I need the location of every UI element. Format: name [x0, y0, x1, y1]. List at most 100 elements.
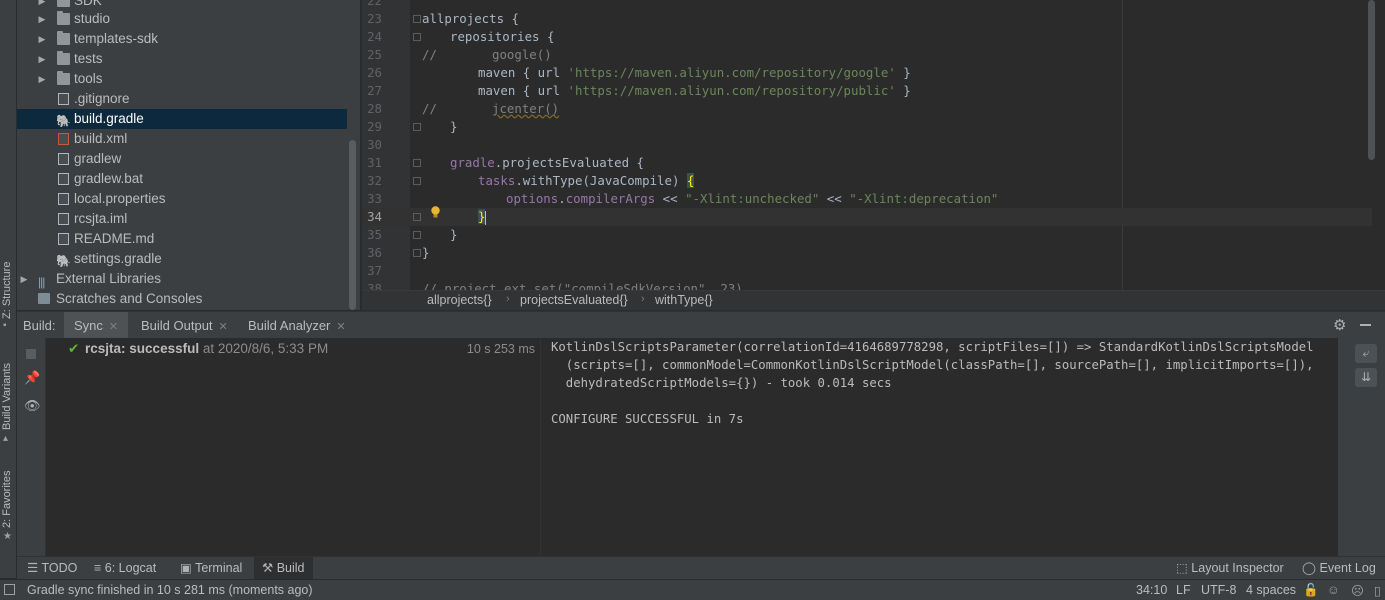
tree-item-label: External Libraries	[56, 271, 162, 286]
minimize-icon[interactable]	[1360, 324, 1371, 326]
indent-setting[interactable]: 4 spaces	[1246, 583, 1296, 597]
inspection-icon[interactable]: ☹	[1351, 583, 1364, 598]
todo-button[interactable]: ☰ TODO	[27, 557, 77, 579]
build-result-row[interactable]: ✔ rcsjta: successful at 2020/8/6, 5:33 P…	[46, 338, 540, 360]
build-button[interactable]: ⚒ Build	[254, 557, 313, 579]
smiley-icon[interactable]: ☺	[1327, 583, 1340, 597]
fold-marker-icon[interactable]	[413, 15, 421, 23]
code-text: maven { url 'https://maven.aliyun.com/re…	[478, 64, 911, 82]
expand-arrow-icon[interactable]: ▶	[37, 29, 47, 49]
code-line[interactable]: 33 options.compilerArgs << "-Xlint:unchec…	[362, 190, 1372, 208]
tree-item-scratches[interactable]: Scratches and Consoles	[17, 289, 347, 309]
tree-item-build-xml[interactable]: build.xml	[17, 129, 347, 149]
tree-item-external-libraries[interactable]: ▶ ||| External Libraries	[17, 269, 347, 289]
eye-icon[interactable]: 👁	[24, 398, 41, 414]
tab-build-analyzer[interactable]: Build Analyzer ✕	[248, 312, 346, 339]
code-line[interactable]: 31 gradle.projectsEvaluated {	[362, 154, 1372, 172]
expand-arrow-icon[interactable]: ▶	[37, 69, 47, 89]
code-token: }	[895, 65, 911, 80]
code-line[interactable]: 30	[362, 136, 1372, 154]
expand-arrow-icon[interactable]: ▶	[37, 49, 47, 69]
tree-item-settings-gradle[interactable]: 🐘 settings.gradle	[17, 249, 347, 269]
editor-scrollbar[interactable]	[1368, 0, 1375, 160]
tree-item-label: rcsjta.iml	[74, 211, 128, 226]
stop-icon[interactable]	[26, 349, 36, 359]
code-line[interactable]: 27 maven { url 'https://maven.aliyun.com/…	[362, 82, 1372, 100]
fold-marker-icon[interactable]	[413, 177, 421, 185]
expand-arrow-icon[interactable]: ▶	[37, 9, 47, 29]
tab-label: Build Analyzer	[248, 318, 331, 333]
tab-label: Build Output	[141, 318, 213, 333]
scroll-to-end-icon[interactable]: ⇊	[1355, 368, 1377, 387]
code-line[interactable]: 37	[362, 262, 1372, 280]
close-icon[interactable]: ✕	[219, 321, 228, 333]
window-icon[interactable]	[4, 584, 15, 595]
code-line[interactable]: 22	[362, 0, 1372, 10]
code-editor[interactable]: 22 23 allprojects { 24 repositories { 25 //…	[362, 0, 1385, 290]
breadcrumb-item[interactable]: allprojects{}	[427, 293, 492, 307]
close-icon[interactable]: ✕	[336, 321, 345, 333]
build-variants-tab[interactable]: Build Variants ▴	[0, 352, 17, 448]
breadcrumb-item[interactable]: withType{}	[655, 293, 713, 307]
tree-item-readme[interactable]: README.md	[17, 229, 347, 249]
pin-icon[interactable]: 📌	[24, 370, 40, 386]
file-encoding[interactable]: UTF-8	[1201, 583, 1236, 597]
code-line-current[interactable]: 34}	[362, 208, 1372, 226]
structure-tab[interactable]: Z: Structure ▪	[0, 255, 17, 335]
tree-item-local-properties[interactable]: local.properties	[17, 189, 347, 209]
build-console-output[interactable]: KotlinDslScriptsParameter(correlationId=…	[540, 338, 1338, 556]
close-icon[interactable]: ✕	[109, 321, 118, 333]
gear-icon[interactable]: ⚙	[1333, 316, 1346, 334]
console-line: (scripts=[], commonModel=CommonKotlinDsl…	[551, 358, 1314, 372]
list-icon: ☰	[27, 561, 39, 575]
status-message[interactable]: Gradle sync finished in 10 s 281 ms (mom…	[27, 583, 313, 597]
tree-item-gradlew[interactable]: gradlew	[17, 149, 347, 169]
project-tree-scrollbar[interactable]	[349, 140, 356, 310]
caret-position[interactable]: 34:10	[1136, 583, 1167, 597]
code-line[interactable]: 38 // project.ext.set("compileSdkVersion"…	[362, 280, 1372, 290]
favorites-tab[interactable]: 2: Favorites ★	[0, 462, 17, 548]
line-separator[interactable]: LF	[1176, 583, 1191, 597]
breadcrumb-item[interactable]: projectsEvaluated{}	[520, 293, 628, 307]
code-line[interactable]: 25 // google()	[362, 46, 1372, 64]
expand-arrow-icon[interactable]: ▶	[19, 269, 29, 289]
layout-inspector-button[interactable]: ⬚ Layout Inspector	[1176, 557, 1284, 579]
tree-item-gitignore[interactable]: .gitignore	[17, 89, 347, 109]
fold-marker-icon[interactable]	[413, 213, 421, 221]
tree-item-tests[interactable]: ▶ tests	[17, 49, 347, 69]
code-line[interactable]: 24 repositories {	[362, 28, 1372, 46]
code-line[interactable]: 29}	[362, 118, 1372, 136]
tree-item-studio[interactable]: ▶ studio	[17, 9, 347, 29]
tree-item-tools[interactable]: ▶ tools	[17, 69, 347, 89]
fold-marker-icon[interactable]	[413, 249, 421, 257]
event-log-button[interactable]: ◯ Event Log	[1302, 557, 1376, 579]
soft-wrap-icon[interactable]: ⤶	[1355, 344, 1377, 363]
code-line[interactable]: 26 maven { url 'https://maven.aliyun.com/…	[362, 64, 1372, 82]
lightbulb-icon[interactable]	[430, 206, 441, 218]
tree-item-gradlew-bat[interactable]: gradlew.bat	[17, 169, 347, 189]
fold-marker-icon[interactable]	[413, 159, 421, 167]
android-icon: ▴	[3, 433, 9, 444]
tree-item-templates-sdk[interactable]: ▶ templates-sdk	[17, 29, 347, 49]
terminal-button[interactable]: ▣ Terminal	[180, 557, 242, 579]
result-time: at 2020/8/6, 5:33 PM	[202, 341, 329, 356]
code-line[interactable]: 28 // jcenter()	[362, 100, 1372, 118]
xml-file-icon	[58, 133, 69, 145]
tree-item-build-gradle[interactable]: 🐘 build.gradle	[17, 109, 347, 129]
lock-icon[interactable]: 🔓	[1303, 583, 1319, 598]
logcat-button[interactable]: ≡ 6: Logcat	[94, 557, 156, 579]
code-line[interactable]: 35}	[362, 226, 1372, 244]
fold-marker-icon[interactable]	[413, 231, 421, 239]
code-line[interactable]: 36}	[362, 244, 1372, 262]
code-line[interactable]: 23 allprojects {	[362, 10, 1372, 28]
fold-marker-icon[interactable]	[413, 123, 421, 131]
structure-tab-label: Z: Structure	[1, 261, 13, 319]
tab-sync[interactable]: Sync ✕	[64, 312, 129, 339]
code-line[interactable]: 32 tasks.withType(JavaCompile) {	[362, 172, 1372, 190]
libraries-icon: |||	[38, 275, 45, 289]
code-text: gradle.projectsEvaluated {	[450, 154, 644, 172]
tree-item-rcsjta-iml[interactable]: rcsjta.iml	[17, 209, 347, 229]
tab-build-output[interactable]: Build Output ✕	[141, 312, 228, 339]
memory-icon[interactable]: ▯	[1374, 583, 1381, 598]
fold-marker-icon[interactable]	[413, 33, 421, 41]
